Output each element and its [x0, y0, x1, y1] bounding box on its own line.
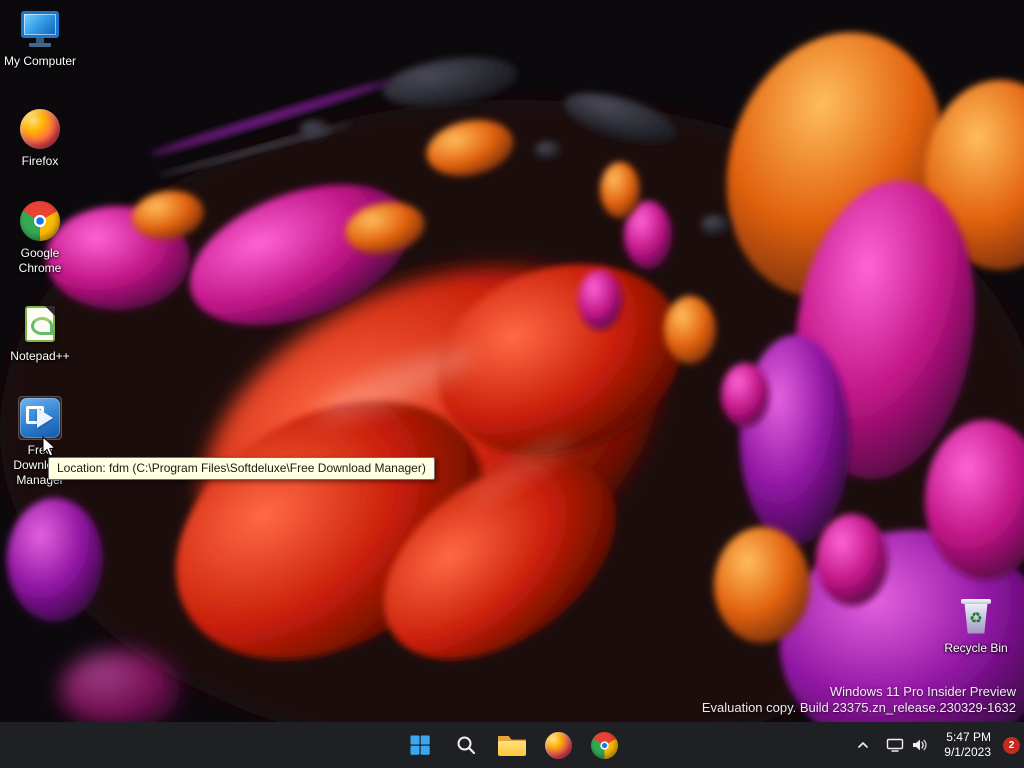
evaluation-watermark: Windows 11 Pro Insider Preview Evaluatio… — [702, 684, 1016, 716]
chrome-taskbar-button[interactable] — [584, 725, 624, 765]
taskbar-center — [400, 722, 624, 768]
volume-icon — [913, 739, 927, 751]
system-tray: 5:47 PM 9/1/2023 2 — [850, 722, 1020, 768]
tooltip: Location: fdm (C:\Program Files\Softdelu… — [48, 457, 435, 480]
desktop-icon-label: Firefox — [21, 154, 59, 168]
tray-time: 5:47 PM — [946, 730, 991, 744]
network-display-icon — [887, 738, 904, 752]
file-explorer-icon — [498, 734, 526, 756]
tray-overflow-button[interactable] — [850, 726, 876, 764]
taskbar: 5:47 PM 9/1/2023 2 — [0, 722, 1024, 768]
desktop-icon-google-chrome[interactable]: Google Chrome — [2, 200, 78, 276]
start-button[interactable] — [400, 725, 440, 765]
desktop-icon-my-computer[interactable]: My Computer — [2, 8, 78, 69]
desktop-icon-label: My Computer — [3, 54, 77, 68]
chrome-icon — [590, 731, 618, 759]
desktop-icon-label: Google Chrome — [18, 246, 62, 275]
clock-button[interactable]: 5:47 PM 9/1/2023 — [938, 726, 997, 764]
desktop-icon-label: Notepad++ — [10, 349, 70, 363]
notepad-plus-plus-icon — [19, 303, 61, 345]
search-icon — [457, 736, 476, 755]
chevron-up-icon — [858, 742, 869, 748]
file-explorer-button[interactable] — [492, 725, 532, 765]
start-icon — [410, 735, 430, 755]
firefox-icon — [19, 108, 61, 150]
desktop-icon-recycle-bin[interactable]: ♻ Recycle Bin — [944, 595, 1008, 656]
desktop-icon-notepad-plus-plus[interactable]: Notepad++ — [2, 303, 78, 364]
chrome-icon — [19, 200, 61, 242]
free-download-manager-icon — [18, 396, 62, 440]
watermark-line1: Windows 11 Pro Insider Preview — [829, 684, 1016, 699]
desktop-icon-firefox[interactable]: Firefox — [2, 108, 78, 169]
notification-badge[interactable]: 2 — [1003, 736, 1020, 754]
firefox-icon — [544, 731, 572, 759]
my-computer-icon — [19, 8, 61, 50]
tray-date: 9/1/2023 — [944, 745, 991, 759]
recycle-bin-icon: ♻ — [955, 595, 997, 637]
mouse-cursor — [42, 436, 57, 457]
firefox-taskbar-button[interactable] — [538, 725, 578, 765]
wallpaper — [0, 0, 1024, 768]
watermark-line2: Evaluation copy. Build 23375.zn_release.… — [701, 700, 1016, 715]
desktop-icon-label: Recycle Bin — [944, 641, 1008, 655]
search-button[interactable] — [446, 725, 486, 765]
desktop: My Computer Firefox Google Chrome Notepa… — [0, 0, 1024, 768]
network-volume-button[interactable] — [880, 726, 934, 764]
